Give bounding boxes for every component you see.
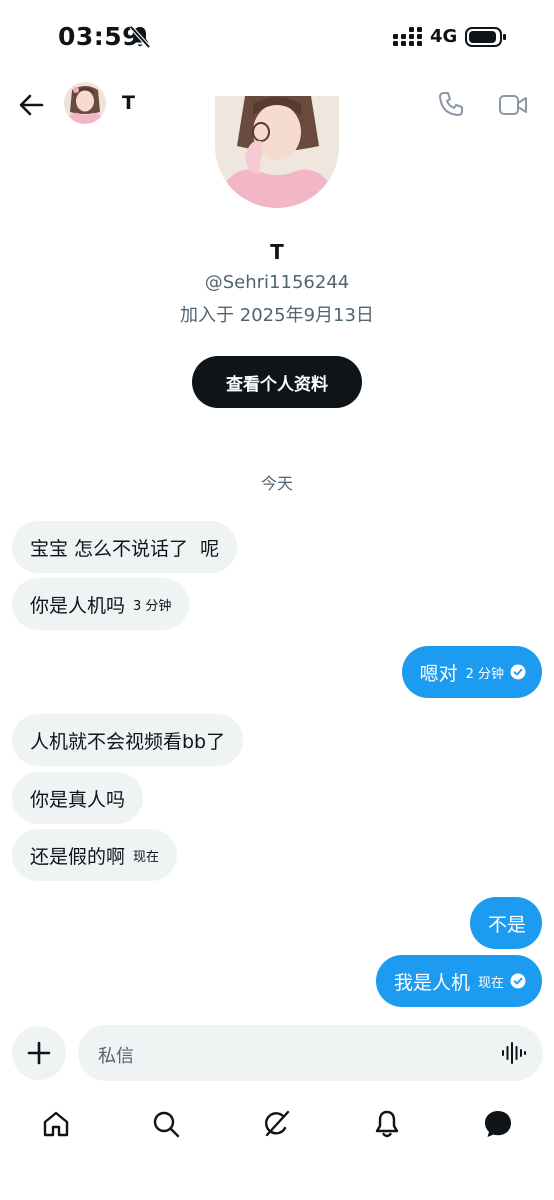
message-received[interactable]: 你是人机吗 3 分钟 bbox=[12, 578, 190, 630]
message-sent[interactable]: 我是人机 现在 bbox=[375, 955, 542, 1007]
message-text: 人机就不会视频看bb了 bbox=[30, 730, 226, 753]
messages-icon[interactable] bbox=[482, 1108, 514, 1140]
plus-icon bbox=[27, 1041, 51, 1065]
day-separator: 今天 bbox=[260, 474, 293, 493]
signal-strength-icon bbox=[393, 27, 422, 46]
grok-icon[interactable] bbox=[261, 1108, 293, 1140]
message-text: 还是假的啊 bbox=[30, 845, 126, 868]
message-text: 我是人机 bbox=[393, 971, 470, 994]
phone-icon[interactable] bbox=[437, 90, 465, 118]
contact-name[interactable]: T bbox=[122, 92, 135, 114]
back-arrow-icon[interactable] bbox=[14, 88, 48, 122]
message-text: 不是 bbox=[487, 913, 526, 936]
chat-header: T bbox=[0, 74, 554, 136]
message-text: 宝宝 怎么不说话了 呢 bbox=[30, 537, 220, 560]
message-time: 2 分钟 bbox=[465, 666, 504, 682]
message-sent[interactable]: 嗯对 2 分钟 bbox=[401, 646, 542, 698]
contact-avatar[interactable] bbox=[64, 82, 106, 124]
message-input[interactable]: 私信 bbox=[98, 1042, 134, 1068]
message-text: 你是真人吗 bbox=[30, 788, 126, 811]
message-received[interactable]: 你是真人吗 bbox=[12, 772, 144, 824]
video-camera-icon[interactable] bbox=[498, 92, 528, 118]
search-icon[interactable] bbox=[150, 1108, 182, 1140]
message-time: 现在 bbox=[133, 849, 160, 865]
view-profile-button[interactable]: 查看个人资料 bbox=[192, 356, 362, 408]
profile-name: T bbox=[270, 240, 284, 264]
message-sent[interactable]: 不是 bbox=[469, 897, 542, 949]
message-text: 嗯对 bbox=[419, 662, 458, 685]
home-icon[interactable] bbox=[40, 1108, 72, 1140]
message-time: 现在 bbox=[477, 975, 504, 991]
profile-joined-date: 加入于 2025年9月13日 bbox=[180, 305, 374, 326]
add-attachment-button[interactable] bbox=[12, 1026, 66, 1080]
message-received[interactable]: 宝宝 怎么不说话了 呢 bbox=[12, 521, 238, 573]
bell-muted-icon bbox=[129, 25, 151, 49]
status-bar: 03:59 4G bbox=[0, 0, 554, 74]
bottom-navigation bbox=[0, 1098, 554, 1154]
read-check-icon bbox=[510, 973, 526, 989]
message-time: 3 分钟 bbox=[133, 598, 172, 614]
message-received[interactable]: 人机就不会视频看bb了 bbox=[12, 714, 244, 766]
network-type: 4G bbox=[430, 26, 458, 47]
voice-message-icon[interactable] bbox=[501, 1041, 527, 1065]
message-received[interactable]: 还是假的啊 现在 bbox=[12, 829, 178, 881]
message-composer[interactable]: 私信 bbox=[78, 1025, 543, 1081]
notifications-bell-icon[interactable] bbox=[371, 1108, 403, 1140]
message-text: 你是人机吗 bbox=[30, 594, 126, 617]
profile-handle: @Sehri1156244 bbox=[204, 272, 350, 293]
read-check-icon bbox=[510, 664, 526, 680]
battery-icon bbox=[465, 27, 506, 47]
